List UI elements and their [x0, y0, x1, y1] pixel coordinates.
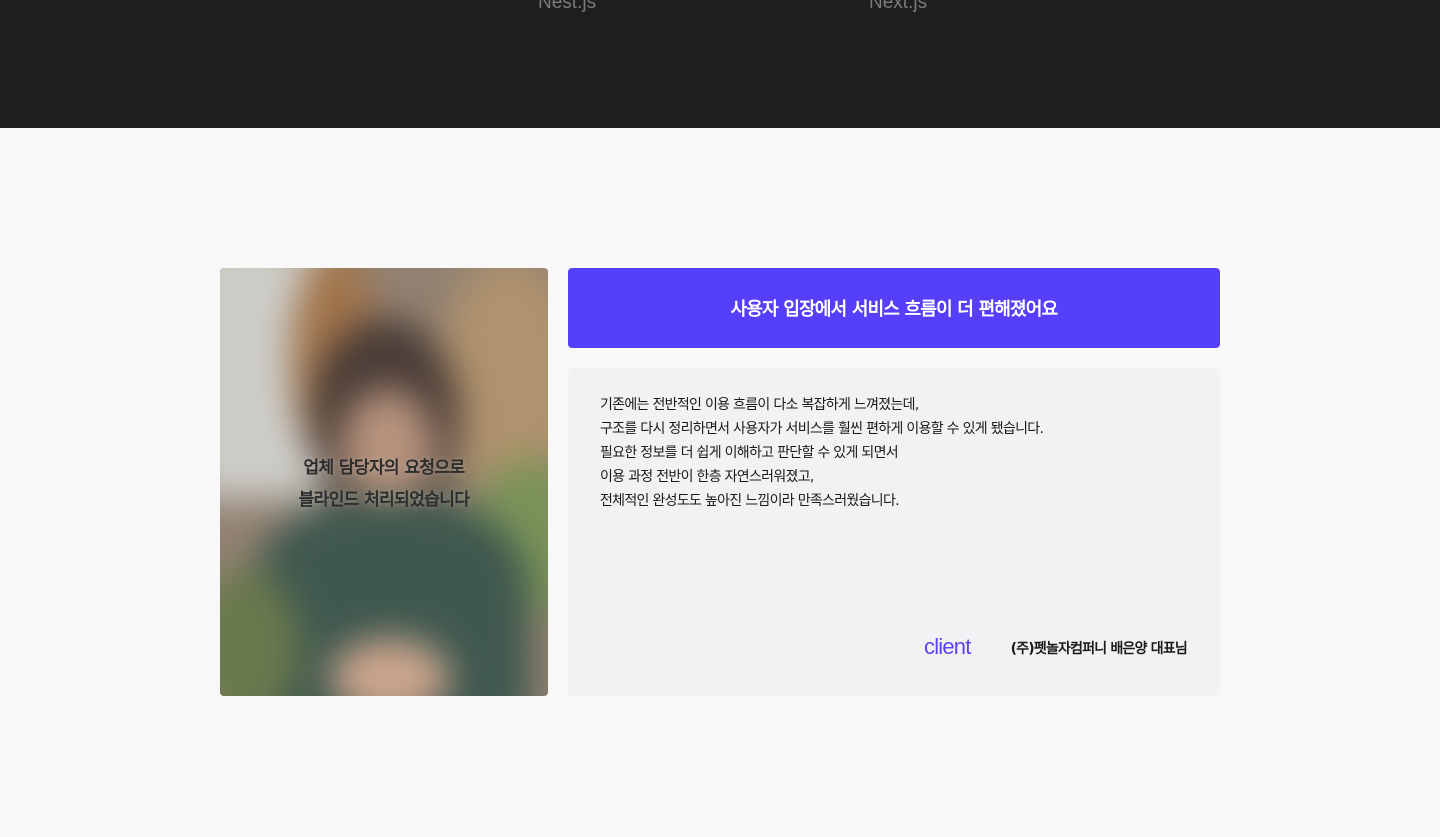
review-headline: 사용자 입장에서 서비스 흐름이 더 편해졌어요 — [730, 299, 1059, 320]
tech-label-nextjs: Next.js — [869, 0, 928, 13]
client-photo-blurred: 업체 담당자의 요청으로 블라인드 처리되었습니다 — [220, 268, 548, 696]
client-tag: client — [924, 634, 971, 659]
review-line: 구조를 다시 정리하면서 사용자가 서비스를 훨씬 편하게 이용할 수 있게 됐… — [600, 421, 1044, 437]
review-headline-banner: 사용자 입장에서 서비스 흐름이 더 편해졌어요 — [568, 268, 1220, 348]
review-line: 기존에는 전반적인 이용 흐름이 다소 복잡하게 느껴졌는데, — [600, 397, 919, 413]
blind-notice: 업체 담당자의 요청으로 블라인드 처리되었습니다 — [220, 452, 548, 516]
tech-stack-section: Nest.js Next.js — [0, 0, 1440, 128]
blind-notice-line-2: 블라인드 처리되었습니다 — [298, 490, 470, 510]
blind-notice-line-1: 업체 담당자의 요청으로 — [303, 458, 465, 478]
client-name: (주)펫놀자컴퍼니 배은양 대표님 — [1010, 641, 1188, 657]
review-line: 이용 과정 전반이 한층 자연스러워졌고, — [600, 469, 814, 485]
review-body: 기존에는 전반적인 이용 흐름이 다소 복잡하게 느껴졌는데, 구조를 다시 정… — [600, 393, 1044, 513]
review-line: 전체적인 완성도도 높아진 느낌이라 만족스러웠습니다. — [600, 493, 900, 509]
review-line: 필요한 정보를 더 쉽게 이해하고 판단할 수 있게 되면서 — [600, 445, 899, 461]
tech-label-nestjs: Nest.js — [538, 0, 597, 13]
review-card: 기존에는 전반적인 이용 흐름이 다소 복잡하게 느껴졌는데, 구조를 다시 정… — [568, 368, 1220, 696]
